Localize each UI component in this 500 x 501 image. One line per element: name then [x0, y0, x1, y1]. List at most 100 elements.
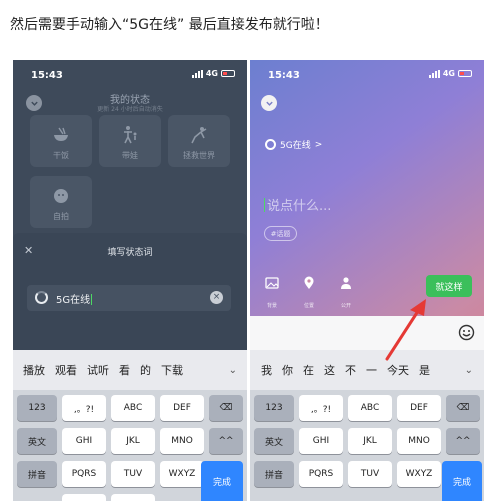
battery-icon	[221, 70, 235, 77]
tile-label: 拯救世界	[183, 151, 215, 160]
candidate-word[interactable]: 的	[136, 362, 155, 378]
candidate-word[interactable]: 今天	[382, 362, 414, 378]
status-time: 15:43	[31, 70, 63, 81]
candidate-word[interactable]: 播放	[19, 362, 49, 378]
tool-label: 位置	[303, 303, 314, 309]
location-tool[interactable]: 位置	[297, 276, 321, 311]
emoticon-key[interactable]: ^^	[209, 428, 243, 454]
key-pinyin[interactable]: 拼音	[17, 461, 57, 487]
key-def[interactable]: DEF	[160, 395, 204, 421]
person-icon	[341, 277, 351, 289]
status-tile-eat[interactable]: 干饭	[30, 115, 92, 167]
status-bar: 15:43 4G	[13, 60, 247, 90]
post-text-input[interactable]: 说点什么...	[264, 195, 331, 214]
sheet-title: 填写状态词	[107, 248, 153, 258]
key-jkl[interactable]: JKL	[348, 428, 392, 454]
loading-ring-icon	[35, 291, 48, 304]
key-123[interactable]: 123	[254, 395, 294, 421]
key-tuv[interactable]: TUV	[348, 461, 392, 487]
candidate-word[interactable]: 这	[319, 362, 340, 378]
key-mno[interactable]: MNO	[160, 428, 204, 454]
key-punct[interactable]: ,。?!	[62, 395, 106, 421]
done-key[interactable]: 完成	[442, 461, 482, 501]
bowl-icon	[54, 127, 68, 141]
key-wxyz[interactable]: WXYZ	[397, 461, 441, 487]
key-def[interactable]: DEF	[397, 395, 441, 421]
key-english[interactable]: 英文	[17, 428, 57, 454]
status-word-input[interactable]: 5G在线 ×	[27, 285, 231, 311]
key-english[interactable]: 英文	[254, 428, 294, 454]
left-screenshot: 15:43 4G 我的状态 更新 24 小时后自动消失 干饭 带娃 拯救世界 自…	[13, 60, 247, 501]
key-ghi[interactable]: GHI	[62, 428, 106, 454]
collapse-button[interactable]	[261, 95, 277, 111]
key-jkl[interactable]: JKL	[111, 428, 155, 454]
candidate-word[interactable]: 下载	[157, 362, 187, 378]
topic-tag-button[interactable]: #话题	[264, 226, 297, 241]
key-123[interactable]: 123	[17, 395, 57, 421]
status-bar: 15:43 4G	[250, 60, 484, 90]
key-punct[interactable]: ,。?!	[299, 395, 343, 421]
status-word-sheet: ✕ 填写状态词 5G在线 ×	[13, 233, 247, 350]
red-arrow-annotation	[385, 299, 426, 361]
submit-button[interactable]: 就这样	[426, 275, 472, 297]
key-row4[interactable]	[111, 494, 155, 501]
background-tool[interactable]: 背景	[260, 276, 284, 311]
candidate-bar: 播放 观看 试听 看 的 下载 ⌄	[13, 350, 247, 390]
status-tile-childcare[interactable]: 带娃	[99, 115, 161, 167]
selfie-icon	[54, 189, 68, 203]
key-mno[interactable]: MNO	[397, 428, 441, 454]
status-signal: 4G	[428, 69, 472, 78]
key-wxyz[interactable]: WXYZ	[160, 461, 204, 487]
status-signal: 4G	[191, 69, 235, 78]
done-key[interactable]: 完成	[201, 461, 243, 501]
clear-icon[interactable]: ×	[210, 291, 223, 304]
network-label: 4G	[205, 69, 218, 78]
status-time: 15:43	[268, 70, 300, 81]
keyboard: 播放 观看 试听 看 的 下载 ⌄ 123 ,。?! ABC DEF ⌫ 英文 …	[13, 350, 247, 501]
emoticon-key[interactable]: ^^	[446, 428, 480, 454]
key-row4[interactable]	[62, 494, 106, 501]
right-screenshot: 15:43 4G 5G在线 > 说点什么... #话题 背景 位置 公开 就这样…	[250, 60, 484, 501]
parent-child-icon	[124, 126, 137, 144]
image-icon	[265, 277, 279, 289]
page-subtitle: 更新 24 小时后自动消失	[97, 106, 163, 113]
candidate-bar: 我 你 在 这 不 一 今天 是 ⌄	[250, 350, 484, 390]
topic-label: 5G在线	[280, 141, 311, 151]
location-icon	[304, 276, 314, 289]
candidate-word[interactable]: 不	[340, 362, 361, 378]
candidate-word[interactable]: 观看	[51, 362, 81, 378]
key-pqrs[interactable]: PQRS	[62, 461, 106, 487]
key-ghi[interactable]: GHI	[299, 428, 343, 454]
key-pinyin[interactable]: 拼音	[254, 461, 294, 487]
chevron-down-icon[interactable]: ⌄	[225, 365, 241, 376]
tool-label: 背景	[266, 303, 277, 309]
candidate-word[interactable]: 是	[414, 362, 435, 378]
backspace-key[interactable]: ⌫	[209, 395, 243, 421]
visibility-tool[interactable]: 公开	[334, 276, 358, 311]
key-abc[interactable]: ABC	[111, 395, 155, 421]
chevron-down-icon[interactable]: ⌄	[460, 365, 478, 376]
candidate-word[interactable]: 一	[361, 362, 382, 378]
key-tuv[interactable]: TUV	[111, 461, 155, 487]
tile-label: 自拍	[53, 212, 69, 221]
backspace-key[interactable]: ⌫	[446, 395, 480, 421]
status-tile-save-world[interactable]: 拯救世界	[168, 115, 230, 167]
input-value: 5G在线	[56, 291, 92, 306]
candidate-word[interactable]: 试听	[83, 362, 113, 378]
candidate-word[interactable]: 我	[256, 362, 277, 378]
key-abc[interactable]: ABC	[348, 395, 392, 421]
emoji-bar	[250, 316, 484, 350]
battery-icon	[458, 70, 472, 77]
candidate-word[interactable]: 看	[115, 362, 134, 378]
network-label: 4G	[442, 69, 455, 78]
chevron-down-icon	[265, 101, 273, 106]
emoji-icon[interactable]	[458, 324, 475, 341]
chevron-right-icon: >	[314, 139, 323, 150]
selected-status-topic[interactable]: 5G在线 >	[265, 138, 322, 151]
tile-label: 干饭	[53, 151, 69, 160]
status-tile-selfie[interactable]: 自拍	[30, 176, 92, 228]
key-pqrs[interactable]: PQRS	[299, 461, 343, 487]
candidate-word[interactable]: 在	[298, 362, 319, 378]
candidate-word[interactable]: 你	[277, 362, 298, 378]
superhero-icon	[191, 127, 207, 144]
